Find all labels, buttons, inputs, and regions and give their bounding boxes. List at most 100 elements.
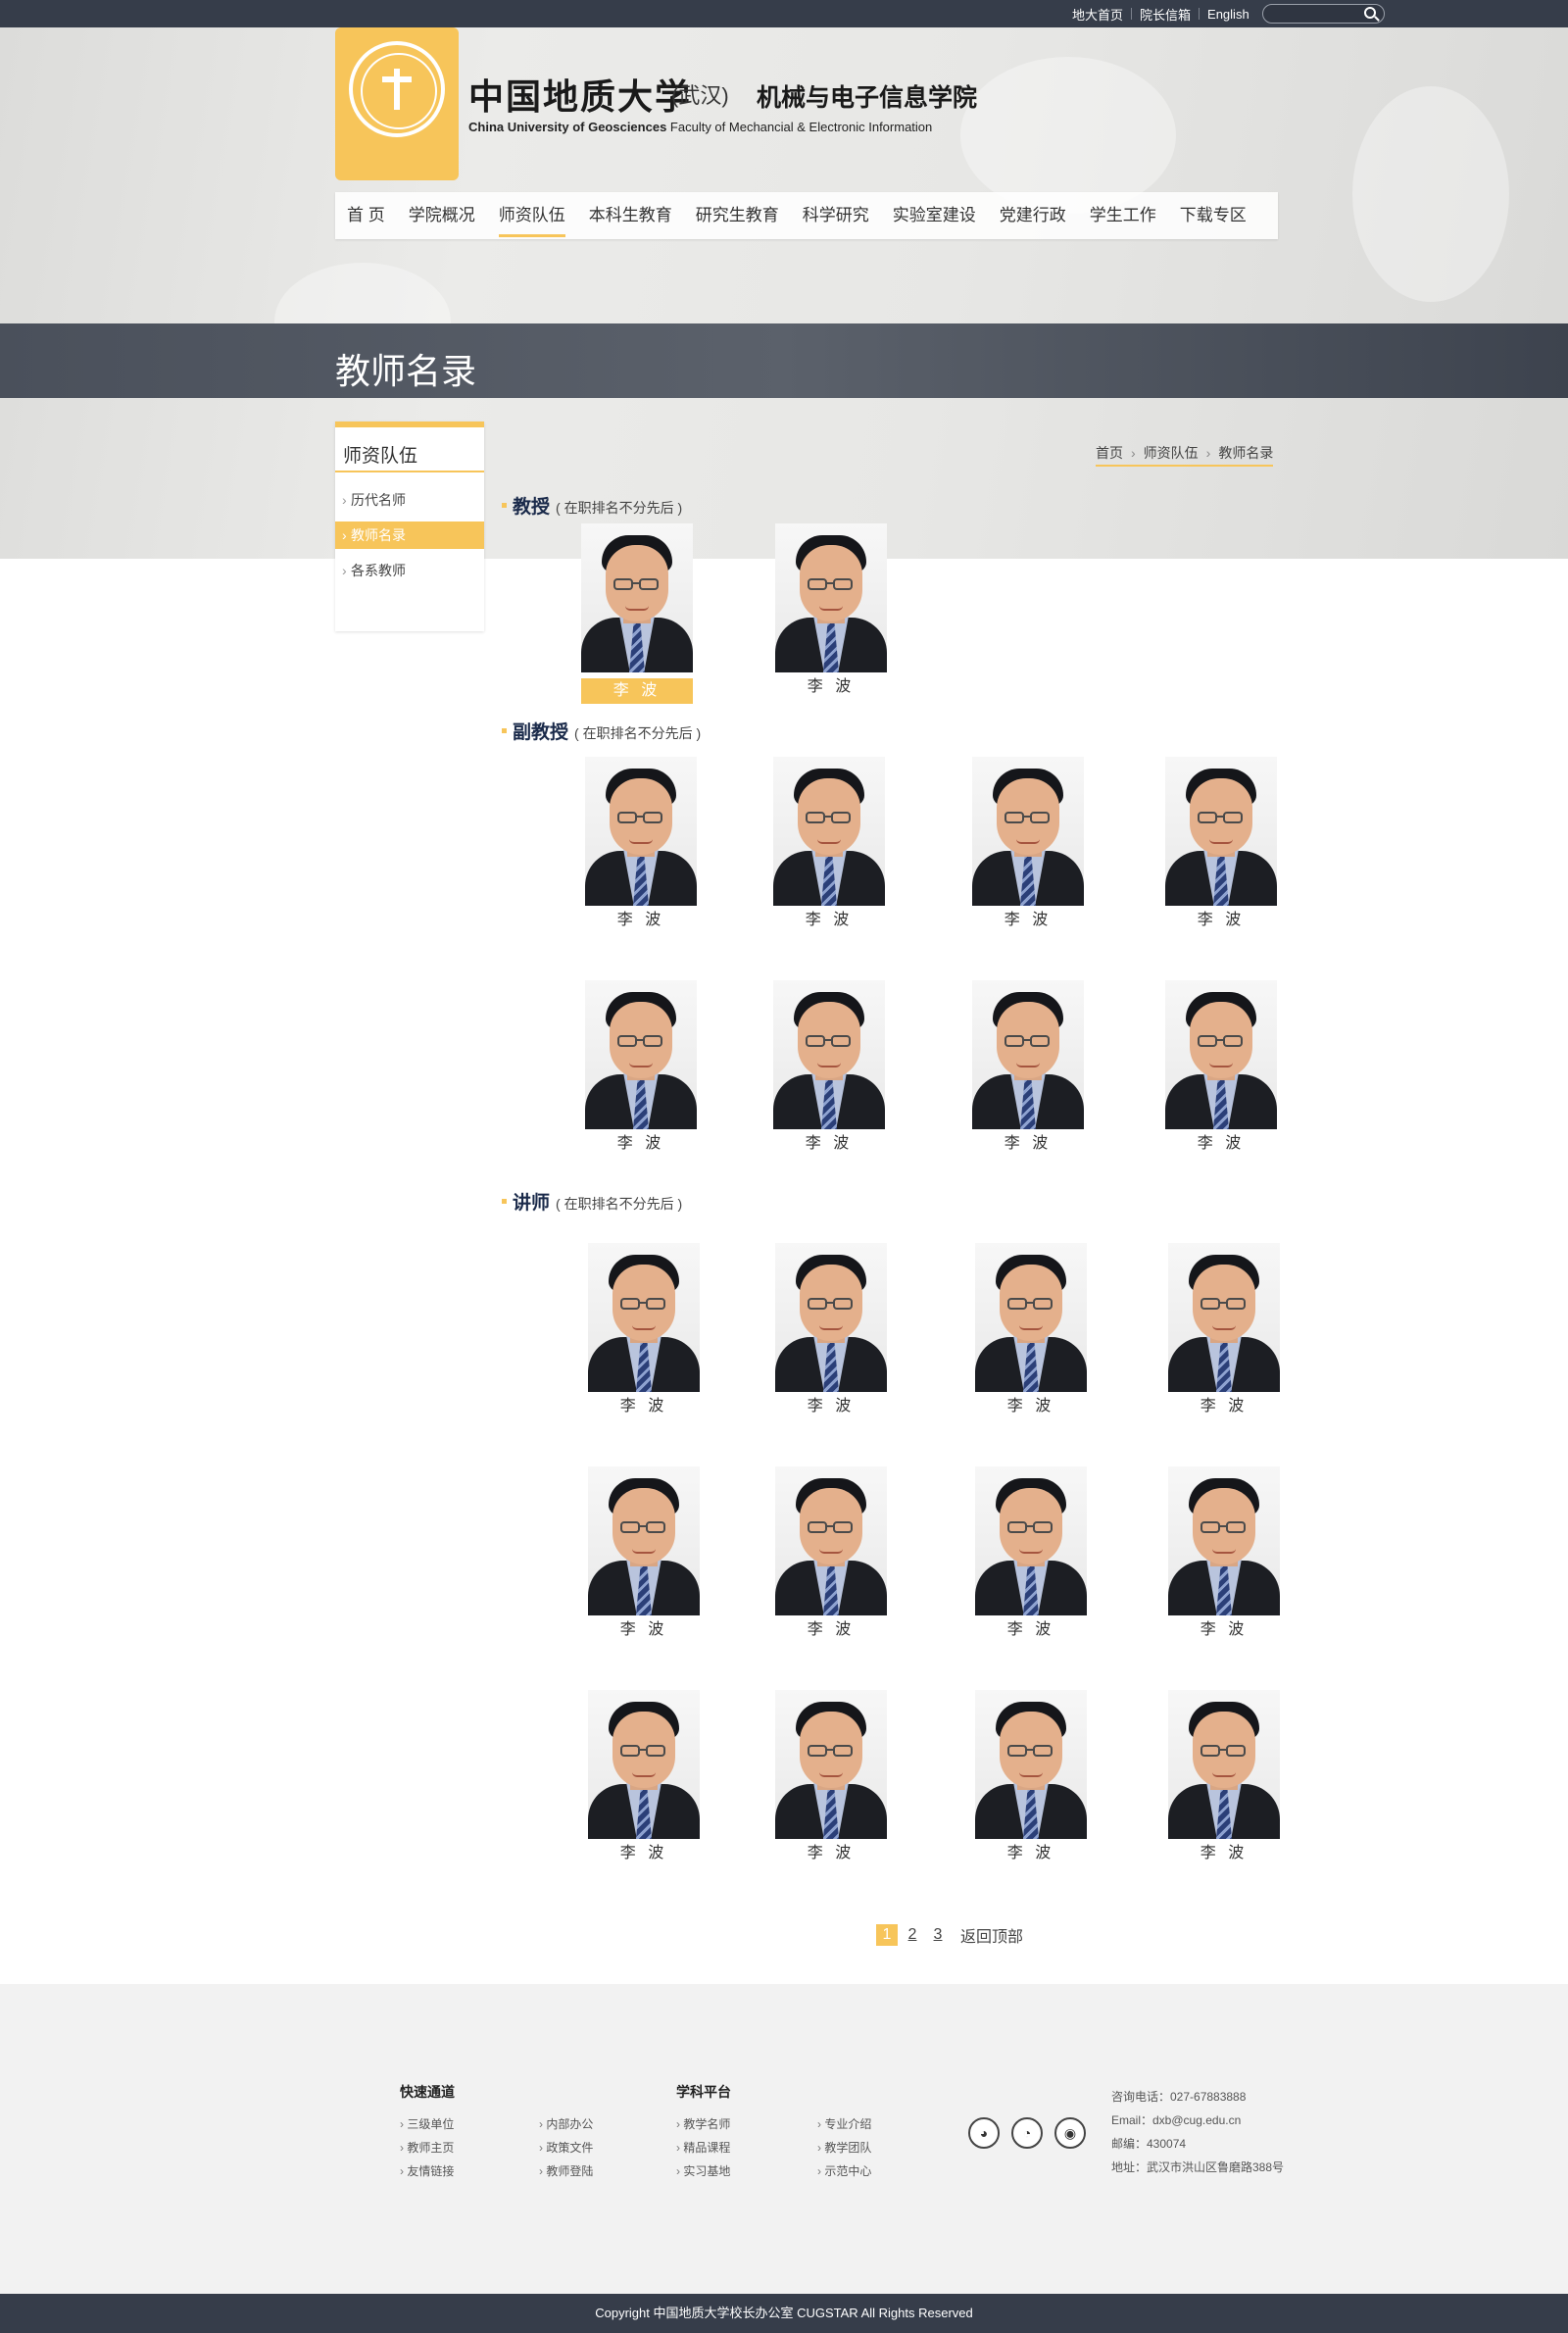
teacher-name[interactable]: 李 波 xyxy=(775,1617,887,1643)
teacher-photo[interactable] xyxy=(775,523,887,672)
teacher-card[interactable]: 李 波 xyxy=(1168,1243,1280,1419)
footer-link[interactable]: 示范中心 xyxy=(817,2162,871,2179)
back-to-top-link[interactable]: 返回顶部 xyxy=(960,1923,1023,1947)
teacher-name[interactable]: 李 波 xyxy=(975,1841,1087,1866)
teacher-name[interactable]: 李 波 xyxy=(775,1841,887,1866)
breadcrumb-faculty[interactable]: 师资队伍 xyxy=(1144,443,1199,463)
footer-link[interactable]: 教师登陆 xyxy=(539,2162,593,2179)
footer-link[interactable]: 政策文件 xyxy=(539,2139,593,2156)
teacher-card[interactable]: 李 波 xyxy=(585,980,697,1157)
top-link-english[interactable]: English xyxy=(1207,7,1250,22)
footer-link[interactable]: 实习基地 xyxy=(676,2162,730,2179)
teacher-photo[interactable] xyxy=(972,757,1084,906)
teacher-photo[interactable] xyxy=(775,1243,887,1392)
nav-undergrad[interactable]: 本科生教育 xyxy=(577,192,684,239)
sidebar-item-past-teachers[interactable]: 历代名师 xyxy=(335,486,484,514)
footer-link[interactable]: 三级单位 xyxy=(400,2115,454,2132)
sidebar-item-department-teachers[interactable]: 各系教师 xyxy=(335,557,484,584)
nav-home[interactable]: 首 页 xyxy=(335,192,397,239)
nav-student-work[interactable]: 学生工作 xyxy=(1078,192,1168,239)
teacher-card[interactable]: 李 波 xyxy=(1165,757,1277,933)
teacher-photo[interactable] xyxy=(585,980,697,1129)
teacher-name[interactable]: 李 波 xyxy=(1165,1131,1277,1157)
nav-downloads[interactable]: 下载专区 xyxy=(1168,192,1258,239)
sidebar-item-teacher-list[interactable]: 教师名录 xyxy=(335,521,484,549)
teacher-photo[interactable] xyxy=(588,1243,700,1392)
teacher-name[interactable]: 李 波 xyxy=(775,674,887,700)
teacher-card[interactable]: 李 波 xyxy=(1165,980,1277,1157)
nav-party-admin[interactable]: 党建行政 xyxy=(988,192,1078,239)
teacher-name[interactable]: 李 波 xyxy=(775,1394,887,1419)
teacher-card[interactable]: 李 波 xyxy=(585,757,697,933)
teacher-card[interactable]: 李 波 xyxy=(1168,1466,1280,1643)
wechat-icon[interactable]: ◔ xyxy=(1011,2117,1043,2149)
teacher-card[interactable]: 李 波 xyxy=(975,1466,1087,1643)
search-input[interactable] xyxy=(1262,4,1385,24)
footer-link[interactable]: 友情链接 xyxy=(400,2162,454,2179)
teacher-photo[interactable] xyxy=(773,980,885,1129)
teacher-name[interactable]: 李 波 xyxy=(1168,1617,1280,1643)
teacher-photo[interactable] xyxy=(773,757,885,906)
teacher-name[interactable]: 李 波 xyxy=(975,1617,1087,1643)
teacher-card[interactable]: 李 波 xyxy=(972,757,1084,933)
nav-faculty[interactable]: 师资队伍 xyxy=(487,192,577,239)
teacher-photo[interactable] xyxy=(775,1690,887,1839)
teacher-name[interactable]: 李 波 xyxy=(975,1394,1087,1419)
teacher-photo[interactable] xyxy=(1168,1690,1280,1839)
teacher-name[interactable]: 李 波 xyxy=(972,1131,1084,1157)
top-link-dean-mailbox[interactable]: 院长信箱 xyxy=(1140,5,1191,24)
nav-labs[interactable]: 实验室建设 xyxy=(881,192,988,239)
teacher-card[interactable]: 李 波 xyxy=(775,1466,887,1643)
nav-graduate[interactable]: 研究生教育 xyxy=(684,192,791,239)
teacher-card[interactable]: 李 波 xyxy=(588,1690,700,1866)
teacher-photo[interactable] xyxy=(975,1466,1087,1615)
teacher-card[interactable]: 李 波 xyxy=(773,757,885,933)
teacher-card[interactable]: 李 波 xyxy=(1168,1690,1280,1866)
teacher-photo[interactable] xyxy=(588,1690,700,1839)
teacher-name[interactable]: 李 波 xyxy=(1165,908,1277,933)
search-icon[interactable] xyxy=(1364,7,1376,19)
teacher-card[interactable]: 李 波 xyxy=(581,523,693,704)
qq-icon[interactable]: ◕ xyxy=(968,2117,1000,2149)
breadcrumb-home[interactable]: 首页 xyxy=(1096,443,1123,463)
teacher-card[interactable]: 李 波 xyxy=(975,1690,1087,1866)
teacher-name[interactable]: 李 波 xyxy=(585,1131,697,1157)
teacher-name[interactable]: 李 波 xyxy=(1168,1841,1280,1866)
top-link-cug-home[interactable]: 地大首页 xyxy=(1072,5,1123,24)
teacher-photo[interactable] xyxy=(581,523,693,672)
teacher-name[interactable]: 李 波 xyxy=(588,1617,700,1643)
footer-link[interactable]: 专业介绍 xyxy=(817,2115,871,2132)
teacher-card[interactable]: 李 波 xyxy=(775,1243,887,1419)
page-2[interactable]: 2 xyxy=(902,1924,923,1946)
teacher-card[interactable]: 李 波 xyxy=(775,523,887,700)
footer-link[interactable]: 精品课程 xyxy=(676,2139,730,2156)
teacher-photo[interactable] xyxy=(975,1243,1087,1392)
teacher-name[interactable]: 李 波 xyxy=(588,1394,700,1419)
footer-link[interactable]: 教学团队 xyxy=(817,2139,871,2156)
teacher-photo[interactable] xyxy=(585,757,697,906)
teacher-photo[interactable] xyxy=(775,1466,887,1615)
teacher-photo[interactable] xyxy=(1168,1243,1280,1392)
teacher-name[interactable]: 李 波 xyxy=(1168,1394,1280,1419)
teacher-photo[interactable] xyxy=(1165,980,1277,1129)
footer-link[interactable]: 教师主页 xyxy=(400,2139,454,2156)
teacher-name[interactable]: 李 波 xyxy=(972,908,1084,933)
page-3[interactable]: 3 xyxy=(927,1924,949,1946)
footer-link[interactable]: 内部办公 xyxy=(539,2115,593,2132)
weibo-icon[interactable]: ◉ xyxy=(1054,2117,1086,2149)
page-1[interactable]: 1 xyxy=(876,1924,898,1946)
teacher-card[interactable]: 李 波 xyxy=(975,1243,1087,1419)
nav-research[interactable]: 科学研究 xyxy=(791,192,881,239)
teacher-card[interactable]: 李 波 xyxy=(588,1466,700,1643)
teacher-photo[interactable] xyxy=(975,1690,1087,1839)
teacher-card[interactable]: 李 波 xyxy=(972,980,1084,1157)
teacher-photo[interactable] xyxy=(1165,757,1277,906)
teacher-name[interactable]: 李 波 xyxy=(773,1131,885,1157)
teacher-card[interactable]: 李 波 xyxy=(773,980,885,1157)
teacher-card[interactable]: 李 波 xyxy=(775,1690,887,1866)
teacher-name[interactable]: 李 波 xyxy=(588,1841,700,1866)
footer-link[interactable]: 教学名师 xyxy=(676,2115,730,2132)
teacher-name[interactable]: 李 波 xyxy=(773,908,885,933)
teacher-photo[interactable] xyxy=(972,980,1084,1129)
nav-overview[interactable]: 学院概况 xyxy=(397,192,487,239)
